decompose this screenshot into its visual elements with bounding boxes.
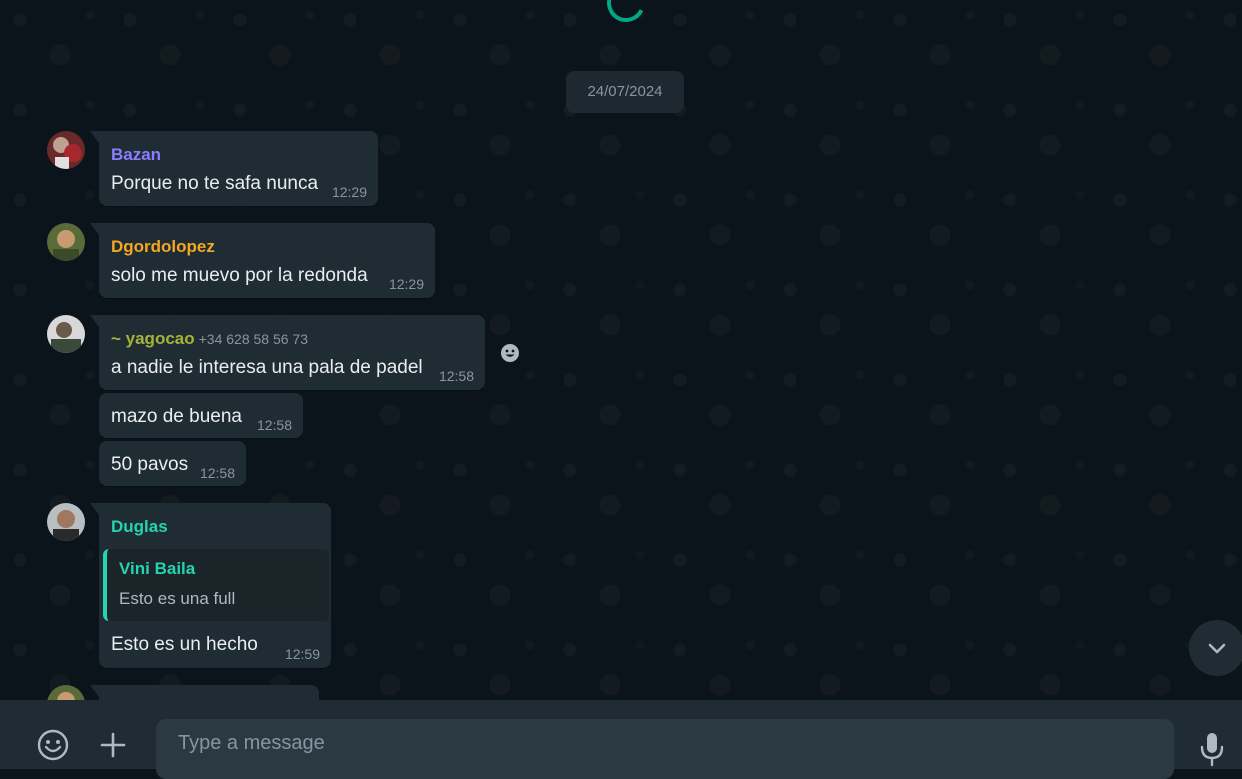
message-bubble[interactable]: mazo de buena 12:58 (99, 393, 303, 438)
avatar-yagocao[interactable] (47, 315, 85, 353)
message-time: 12:29 (388, 276, 424, 292)
sender-name[interactable]: ~ yagocao +34 628 58 56 73 (111, 329, 308, 349)
plus-icon[interactable] (96, 728, 130, 762)
avatar-dgordolopez[interactable] (47, 223, 85, 261)
message-bubble[interactable]: 50 pavos 12:58 (99, 441, 246, 486)
message-time: 12:58 (199, 465, 235, 481)
quoted-message[interactable]: Vini Baila Esto es una full (103, 549, 329, 621)
date-chip: 24/07/2024 (566, 71, 684, 113)
message-time: 12:58 (256, 417, 292, 433)
sender-name-text[interactable]: ~ yagocao (111, 329, 195, 348)
message-bubble[interactable]: ~ yagocao +34 628 58 56 73 a nadie le int… (90, 315, 485, 390)
message-text: mazo de buena (111, 406, 242, 427)
sender-name[interactable]: Dgordolopez (111, 237, 215, 257)
sender-phone: +34 628 58 56 73 (198, 331, 309, 347)
message-text: Esto es un hecho (111, 634, 258, 655)
message-time: 12:58 (438, 368, 474, 384)
message-bubble[interactable] (90, 685, 319, 700)
quote-text: Esto es una full (119, 589, 236, 608)
composer-bar (0, 700, 1242, 779)
microphone-icon[interactable] (1196, 728, 1228, 769)
message-input-container (156, 719, 1174, 779)
message-input[interactable] (156, 719, 1174, 779)
chevron-down-icon[interactable] (1189, 620, 1242, 676)
quote-author: Vini Baila (119, 559, 196, 578)
message-time: 12:29 (331, 184, 367, 200)
avatar-bazan[interactable] (47, 131, 85, 169)
message-text: Porque no te safa nunca (111, 173, 319, 194)
sender-name[interactable]: Bazan (111, 145, 161, 165)
avatar-duglas[interactable] (47, 503, 85, 541)
chat-area[interactable]: 24/07/2024 Bazan Porque no te safa nunca… (0, 0, 1242, 700)
message-text: a nadie le interesa una pala de padel (111, 357, 423, 378)
message-bubble[interactable]: Dgordolopez solo me muevo por la redonda… (90, 223, 435, 298)
loading-spinner (601, 0, 651, 28)
avatar-partial[interactable] (47, 685, 85, 700)
sender-name[interactable]: Duglas (111, 517, 168, 537)
message-time: 12:59 (284, 646, 320, 662)
emoji-react-icon[interactable] (494, 337, 526, 369)
message-text: 50 pavos (111, 454, 189, 475)
message-bubble[interactable]: Bazan Porque no te safa nunca 12:29 (90, 131, 378, 206)
emoji-icon[interactable] (34, 726, 72, 764)
message-bubble[interactable]: Duglas Vini Baila Esto es una full Esto … (90, 503, 331, 668)
message-text: solo me muevo por la redonda (111, 265, 368, 286)
